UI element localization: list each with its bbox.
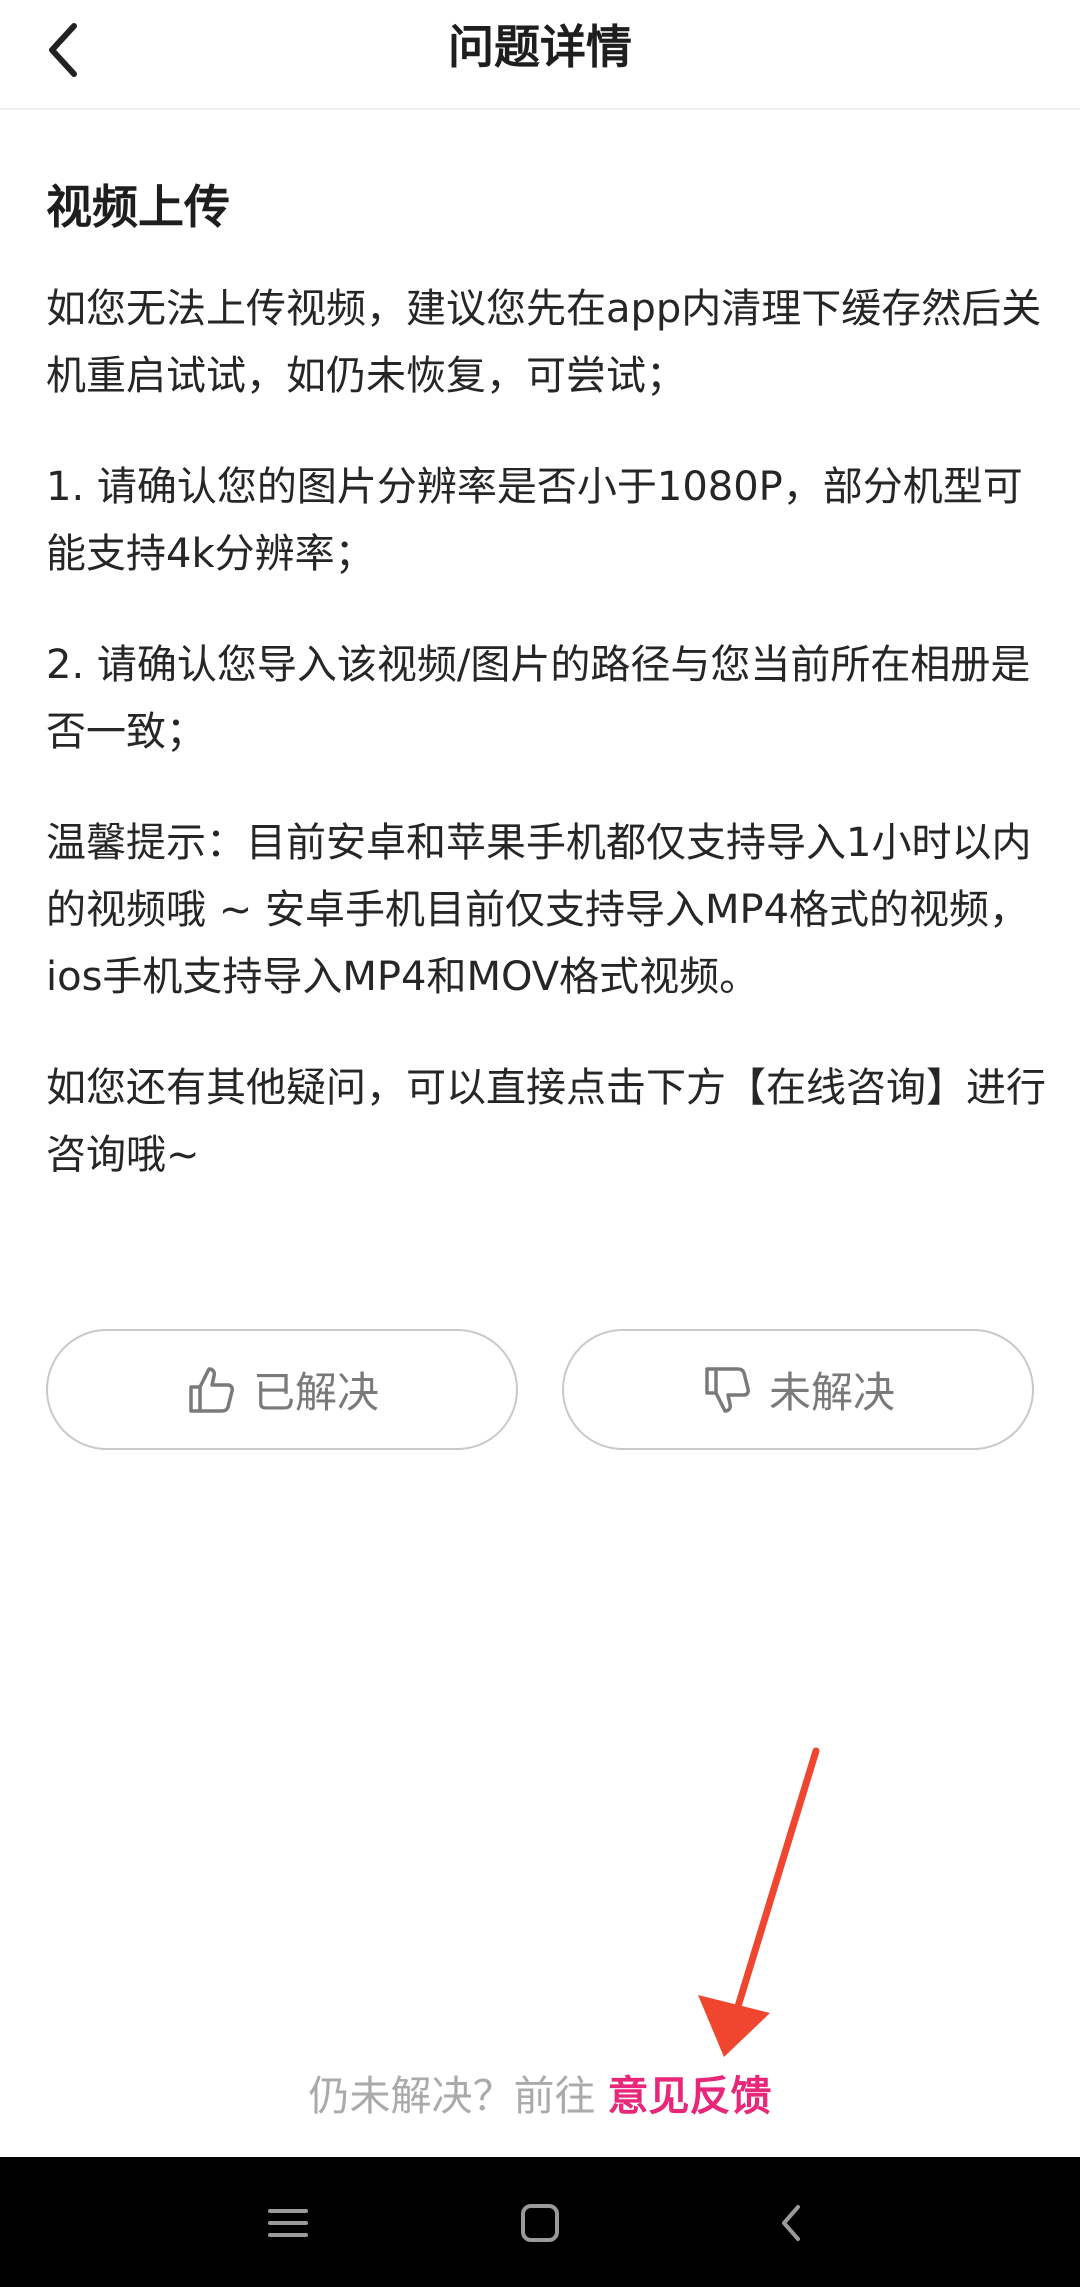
article-paragraph: 温馨提示：目前安卓和苹果手机都仅支持导入1小时以内的视频哦 ~ 安卓手机目前仅支… — [46, 820, 1032, 1000]
annotation-arrow — [698, 1747, 820, 2057]
unresolved-label: 未解决 — [768, 1368, 895, 1417]
article-title: 视频上传 — [46, 180, 230, 234]
article: 视频上传 如您无法上传视频，建议您先在app内清理下缓存然后关机重启试试，如仍未… — [46, 172, 1046, 1233]
article-paragraph: 如您无法上传视频，建议您先在app内清理下缓存然后关机重启试试，如仍未恢复，可尝… — [46, 286, 1042, 399]
feedback-link[interactable]: 意见反馈 — [608, 2072, 772, 2120]
thumbs-down-icon — [705, 1366, 750, 1413]
screen: 问题详情 视频上传 如您无法上传视频，建议您先在app内清理下缓存然后关机重启试… — [0, 0, 1080, 2287]
page-title: 问题详情 — [448, 20, 632, 74]
system-nav-bar — [0, 2157, 1080, 2287]
unresolved-button[interactable]: 未解决 — [562, 1329, 1034, 1450]
back-triangle-icon[interactable] — [764, 2195, 820, 2251]
resolved-button[interactable]: 已解决 — [46, 1329, 518, 1450]
feedback-prompt: 仍未解决？前往 意见反馈 — [0, 2066, 1080, 2126]
thumbs-up-icon — [189, 1366, 234, 1413]
article-paragraph: 2. 请确认您导入该视频/图片的路径与您当前所在相册是否一致； — [46, 642, 1031, 755]
article-paragraph: 如您还有其他疑问，可以直接点击下方【在线咨询】进行咨询哦~ — [46, 1065, 1046, 1178]
resolved-label: 已解决 — [252, 1368, 379, 1417]
feedback-buttons: 已解决 未解决 — [46, 1329, 1035, 1450]
feedback-prompt-text: 仍未解决？前往 — [308, 2072, 596, 2120]
menu-icon[interactable] — [260, 2195, 316, 2251]
article-paragraph: 1. 请确认您的图片分辨率是否小于1080P，部分机型可能支持4k分辨率； — [46, 464, 1023, 577]
home-square-icon[interactable] — [512, 2195, 568, 2251]
top-bar: 问题详情 — [0, 0, 1080, 110]
